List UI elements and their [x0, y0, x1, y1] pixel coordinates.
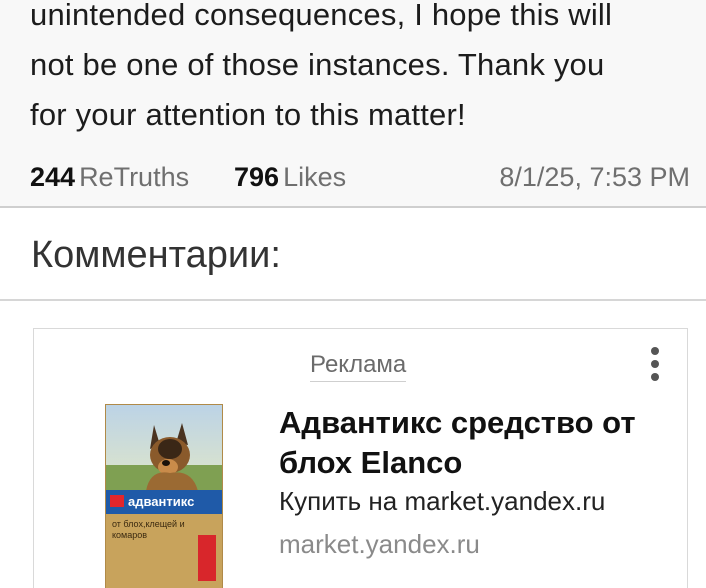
ad-domain[interactable]: market.yandex.ru — [279, 529, 480, 560]
post-line: for your attention to this matter! — [30, 97, 466, 132]
ad-cta[interactable]: Купить на market.yandex.ru — [279, 486, 605, 517]
post-line: unintended consequences, I hope this wil… — [30, 0, 613, 32]
post-meta: 244 ReTruths 796 Likes 8/1/25, 7:53 PM — [30, 162, 690, 196]
dog-illustration-icon — [146, 423, 198, 491]
likes-label: Likes — [283, 162, 347, 192]
product-tagline: от блох,клещей и комаров — [112, 519, 185, 540]
vertical-dots-icon[interactable] — [645, 347, 665, 387]
brand-tag — [110, 495, 124, 507]
likes-stat[interactable]: 796 Likes — [234, 162, 346, 193]
ad-title[interactable]: Адвантикс средство от блох Elanco — [279, 403, 669, 483]
divider — [0, 299, 706, 301]
retruths-label: ReTruths — [79, 162, 190, 192]
ad-card[interactable]: Реклама адвантикс от блох,клещей и комар… — [33, 328, 688, 588]
post-line: not be one of those instances. Thank you — [30, 47, 605, 82]
likes-count: 796 — [234, 162, 280, 192]
post-card: unintended consequences, I hope this wil… — [0, 0, 706, 207]
retruths-stat[interactable]: 244 ReTruths — [30, 162, 189, 193]
divider — [0, 206, 706, 208]
ad-label: Реклама — [310, 351, 407, 382]
post-body: unintended consequences, I hope this wil… — [30, 0, 690, 140]
comments-heading: Комментарии: — [31, 234, 281, 276]
retruths-count: 244 — [30, 162, 76, 192]
product-image[interactable]: адвантикс от блох,клещей и комаров — [105, 404, 223, 588]
package-label — [198, 535, 216, 581]
post-timestamp[interactable]: 8/1/25, 7:53 PM — [499, 162, 690, 193]
